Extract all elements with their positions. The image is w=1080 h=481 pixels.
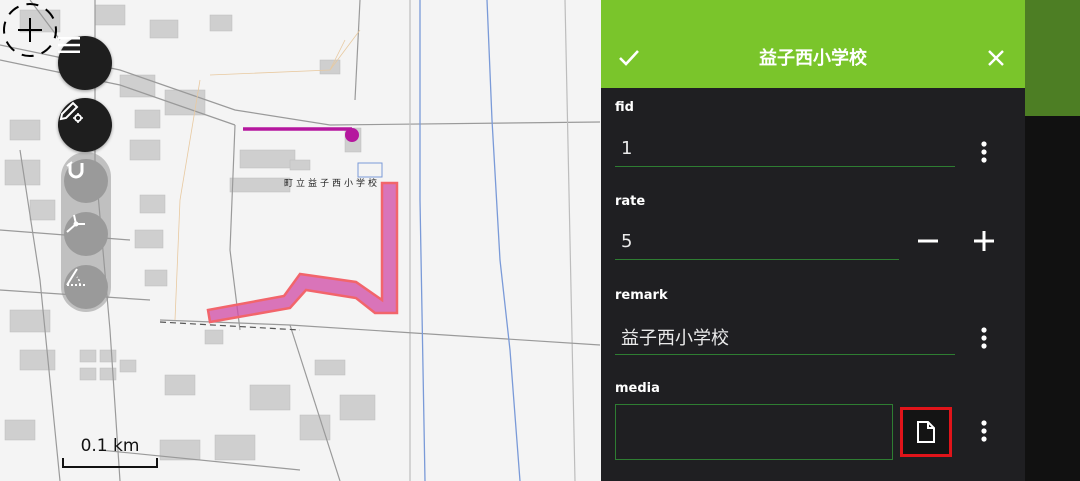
close-icon xyxy=(988,50,1004,66)
measure-angle-icon xyxy=(66,268,85,286)
panel-backdrop xyxy=(1025,0,1080,481)
scale-bar-line xyxy=(62,458,158,468)
crosshair-icon xyxy=(3,3,57,57)
more-vertical-icon xyxy=(981,420,987,442)
form-title: 益子西小学校 xyxy=(759,48,867,69)
close-button[interactable] xyxy=(980,42,1012,74)
remark-underline xyxy=(615,354,955,355)
feature-form-panel: 益子西小学校 fid 1 rate 5 remark 益子西小学校 media xyxy=(601,0,1025,481)
map-building-label: 町立益子西小学校 xyxy=(284,179,381,189)
digitize-button[interactable] xyxy=(58,98,112,152)
form-body: fid 1 rate 5 remark 益子西小学校 media xyxy=(601,88,1025,481)
remark-label: remark xyxy=(615,288,668,303)
file-icon xyxy=(917,421,935,443)
vertex-tool-button[interactable] xyxy=(64,212,108,256)
rate-underline xyxy=(615,259,899,260)
media-label: media xyxy=(615,381,660,396)
more-vertical-icon xyxy=(981,141,987,163)
confirm-button[interactable] xyxy=(613,42,645,74)
fid-label: fid xyxy=(615,100,634,115)
rate-decrement-button[interactable] xyxy=(913,226,943,256)
plus-icon xyxy=(974,231,994,251)
remark-menu-button[interactable] xyxy=(974,323,994,353)
rate-label: rate xyxy=(615,194,646,209)
polygon-feature[interactable] xyxy=(206,181,399,324)
snap-button[interactable] xyxy=(64,159,108,203)
attach-file-button[interactable] xyxy=(900,407,952,457)
scale-bar: 0.1 km xyxy=(60,436,160,470)
more-vertical-icon xyxy=(981,327,987,349)
measure-button[interactable] xyxy=(64,265,108,309)
minus-icon xyxy=(918,239,938,243)
check-icon xyxy=(619,50,639,66)
remark-input[interactable]: 益子西小学校 xyxy=(621,324,729,350)
fid-menu-button[interactable] xyxy=(974,137,994,167)
pencil-settings-icon xyxy=(59,101,83,123)
menu-button[interactable] xyxy=(58,36,112,90)
hamburger-menu-icon xyxy=(58,37,80,53)
rate-increment-button[interactable] xyxy=(969,226,999,256)
fid-input[interactable]: 1 xyxy=(621,138,632,159)
media-menu-button[interactable] xyxy=(974,416,994,446)
vertex-edit-icon xyxy=(66,214,85,233)
line-vertex[interactable] xyxy=(345,128,359,142)
fid-underline xyxy=(615,166,955,167)
media-field[interactable] xyxy=(615,404,893,460)
scale-bar-label: 0.1 km xyxy=(80,436,140,456)
rate-input[interactable]: 5 xyxy=(621,231,632,252)
magnet-icon xyxy=(66,161,84,179)
